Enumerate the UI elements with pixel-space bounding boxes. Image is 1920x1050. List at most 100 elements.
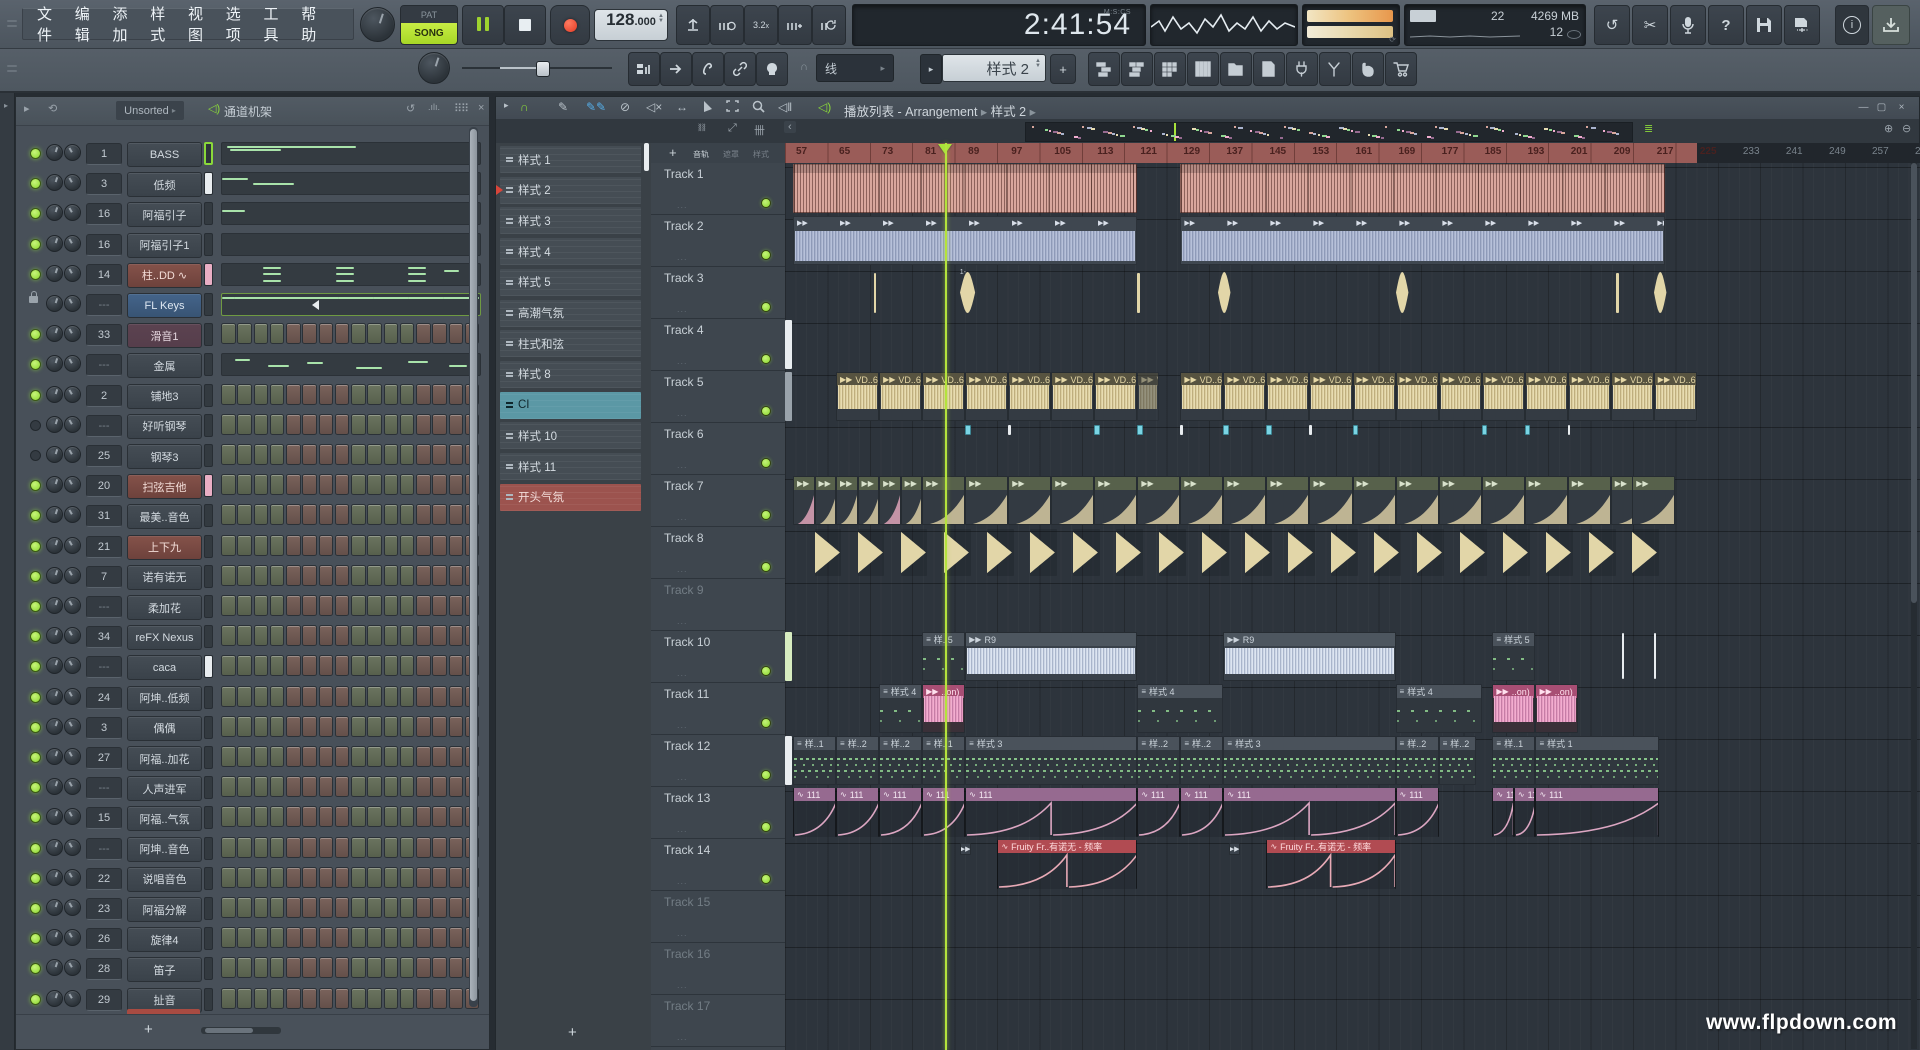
track-header-1[interactable]: Track 1... (651, 163, 785, 215)
channel-led[interactable] (30, 873, 41, 884)
pattern-clip[interactable]: ≡样式 4 (879, 684, 922, 733)
step-cell[interactable] (302, 927, 317, 948)
audio-clip-riser[interactable]: ▶▶ (1396, 476, 1439, 525)
channel-pan-knob[interactable] (46, 265, 63, 282)
pattern-item-样式 8[interactable]: 样式 8 (500, 361, 641, 388)
clip-header[interactable]: ▶▶ (1397, 477, 1438, 490)
channel-led[interactable] (30, 812, 41, 823)
pattern-clip[interactable]: ≡样式 5 (1492, 632, 1535, 681)
menu-item-帮助[interactable]: 帮助 (301, 3, 326, 45)
channel-volume-knob[interactable] (64, 506, 81, 523)
clip-header[interactable]: ∿111 (794, 788, 835, 801)
step-cell[interactable] (237, 837, 252, 858)
step-cell[interactable] (254, 625, 269, 646)
step-cell[interactable] (319, 776, 334, 797)
step-cell[interactable] (335, 957, 350, 978)
step-cell[interactable] (384, 897, 399, 918)
channel-preview[interactable] (221, 172, 481, 195)
step-cell[interactable] (367, 746, 382, 767)
step-cell[interactable] (335, 776, 350, 797)
step-cell[interactable] (319, 323, 334, 344)
pattern-item-CI[interactable]: CI (500, 392, 641, 419)
audio-clip-riser[interactable]: ▶▶ (858, 476, 880, 525)
audio-clip-crash[interactable] (1460, 529, 1487, 576)
step-cell[interactable] (384, 474, 399, 495)
channel-volume-knob[interactable] (64, 325, 81, 342)
automation-clip[interactable]: ∿111 (965, 788, 1137, 837)
step-cell[interactable] (221, 837, 236, 858)
clip-header[interactable]: ≡样..1 (923, 737, 964, 750)
step-cell[interactable] (221, 897, 236, 918)
audio-clip-riser[interactable]: ▶▶ (836, 476, 858, 525)
step-cell[interactable] (302, 776, 317, 797)
audio-clip-riser[interactable]: ▶▶ (1223, 476, 1266, 525)
step-cell[interactable] (254, 867, 269, 888)
track-header-6[interactable]: Track 6... (651, 423, 785, 475)
track-header-13[interactable]: Track 13... (651, 787, 785, 839)
step-cell[interactable] (400, 595, 415, 616)
pattern-clip[interactable]: ≡样式 1 (1535, 736, 1659, 785)
track-options[interactable]: ... (677, 408, 688, 418)
step-cell[interactable] (416, 867, 431, 888)
step-cell[interactable] (319, 716, 334, 737)
step-cell[interactable] (400, 867, 415, 888)
channel-led[interactable] (30, 661, 41, 672)
step-cell[interactable] (286, 957, 301, 978)
channel-pan-knob[interactable] (46, 778, 63, 795)
step-cell[interactable] (449, 595, 464, 616)
channel-led[interactable] (30, 450, 41, 461)
channel-button-阿福引子[interactable]: 阿福引子 (127, 202, 202, 227)
clip-header[interactable]: ▶▶ (1224, 477, 1265, 490)
automation-clip[interactable]: ∿111 (836, 788, 879, 837)
clip-header[interactable]: ∿Fruity Fr..有诺无 - 频率 (998, 840, 1136, 853)
channel-pan-knob[interactable] (46, 325, 63, 342)
step-cell[interactable] (416, 927, 431, 948)
step-cell[interactable] (237, 806, 252, 827)
channel-mixer-number[interactable]: 34 (86, 626, 122, 648)
channel-volume-knob[interactable] (64, 416, 81, 433)
audio-clip-riser[interactable]: ▶▶ (922, 476, 965, 525)
channel-mixer-number[interactable]: 16 (86, 203, 122, 225)
audio-tab-icon[interactable]: ⧚⧚ (698, 122, 706, 135)
channel-preview[interactable] (221, 293, 481, 316)
minimize-icon[interactable]: — (1858, 103, 1869, 112)
step-cell[interactable] (302, 565, 317, 586)
step-cell[interactable] (367, 565, 382, 586)
step-cell[interactable] (367, 686, 382, 707)
channel-preview[interactable] (221, 263, 481, 286)
step-cell[interactable] (432, 957, 447, 978)
rack-play-icon[interactable]: ▸ (24, 102, 30, 115)
step-cell[interactable] (286, 988, 301, 1009)
pattern-item-样式 5[interactable]: 样式 5 (500, 269, 641, 296)
channel-led[interactable] (30, 390, 41, 401)
step-cell[interactable] (367, 595, 382, 616)
channel-pan-knob[interactable] (46, 688, 63, 705)
step-cell[interactable] (351, 686, 366, 707)
step-cell[interactable] (270, 595, 285, 616)
audio-clip-riser[interactable]: ▶▶ (793, 476, 815, 525)
step-cell[interactable] (335, 927, 350, 948)
step-cell[interactable] (237, 444, 252, 465)
step-cell[interactable] (351, 897, 366, 918)
step-cell[interactable] (319, 565, 334, 586)
step-cell[interactable] (270, 867, 285, 888)
step-cell[interactable] (432, 535, 447, 556)
channel-target-indicator[interactable] (204, 263, 213, 286)
step-cell[interactable] (221, 867, 236, 888)
clip-header[interactable]: ∿111 (837, 788, 878, 801)
channel-target-indicator[interactable] (204, 595, 213, 618)
step-cell[interactable] (319, 927, 334, 948)
menu-item-选项[interactable]: 选项 (226, 3, 251, 45)
channel-volume-knob[interactable] (64, 204, 81, 221)
audio-clip-riser[interactable]: ▶▶ (1568, 476, 1611, 525)
audio-clip-crash[interactable] (1374, 529, 1401, 576)
audio-clip-riser[interactable]: ▶▶ (1353, 476, 1396, 525)
audio-clip-crash[interactable] (1331, 529, 1358, 576)
step-cell[interactable] (351, 867, 366, 888)
mute-tool[interactable]: ◁× (646, 100, 662, 114)
add-track-button[interactable]: + (669, 145, 677, 160)
step-cell[interactable] (384, 927, 399, 948)
track-options[interactable]: ... (677, 980, 688, 990)
channel-pan-knob[interactable] (46, 476, 63, 493)
step-cell[interactable] (400, 625, 415, 646)
